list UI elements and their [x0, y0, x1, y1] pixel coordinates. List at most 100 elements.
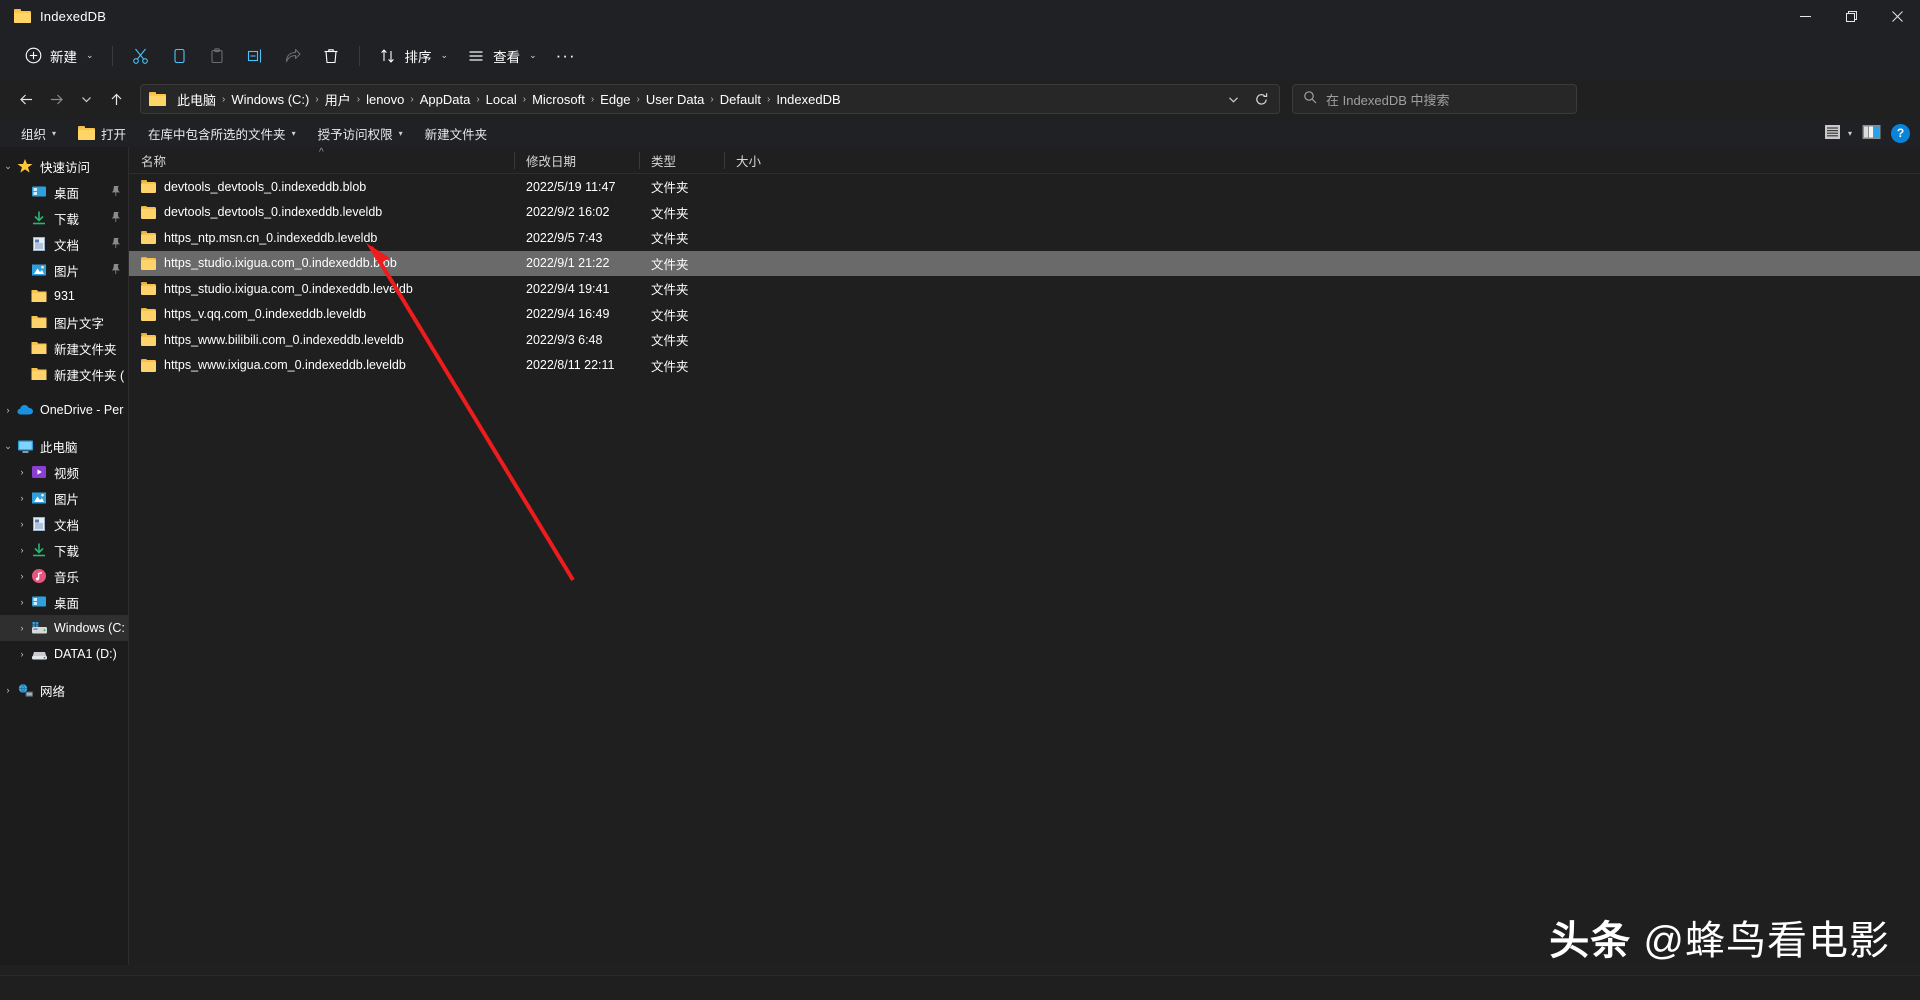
column-header-date[interactable]: 修改日期 [514, 147, 639, 174]
column-header-name[interactable]: 名称 ^ [129, 147, 514, 174]
chevron-down-icon[interactable] [1221, 87, 1245, 111]
open-button[interactable]: 打开 [67, 121, 137, 145]
file-name-label: https_www.bilibili.com_0.indexeddb.level… [164, 332, 404, 347]
sidebar-item-音乐[interactable]: › 音乐 [0, 563, 128, 589]
table-row[interactable]: https_studio.ixigua.com_0.indexeddb.blob… [129, 250, 1920, 276]
new-folder-button[interactable]: 新建文件夹 [414, 121, 499, 145]
sidebar-item-新建文件夹 (3)[interactable]: 新建文件夹 (3) [0, 361, 128, 387]
back-button[interactable] [12, 85, 40, 113]
more-options-button[interactable]: ··· [546, 39, 586, 73]
sidebar-item-931[interactable]: 931 [0, 283, 128, 309]
sort-arrows-icon [378, 46, 398, 66]
breadcrumb-bar[interactable]: 此电脑 › Windows (C:) › 用户 › lenovo › AppData › Local… [140, 84, 1280, 114]
breadcrumb-item[interactable]: Edge [595, 90, 635, 109]
cut-button[interactable] [122, 39, 160, 73]
sidebar-group-此电脑[interactable]: ⌄ 此电脑 [0, 433, 128, 459]
file-name-label: https_studio.ixigua.com_0.indexeddb.leve… [164, 281, 413, 296]
chevron-right-icon[interactable]: › [0, 405, 16, 415]
sidebar-item-图片[interactable]: › 图片 [0, 485, 128, 511]
file-type-cell: 文件夹 [651, 283, 689, 298]
chevron-right-icon[interactable]: › [14, 493, 30, 503]
table-row[interactable]: https_www.bilibili.com_0.indexeddb.level… [129, 327, 1920, 353]
copy-button[interactable] [160, 39, 198, 73]
chevron-right-icon[interactable]: › [14, 623, 30, 633]
preview-pane-button[interactable] [1862, 121, 1881, 145]
table-row[interactable]: https_v.qq.com_0.indexeddb.leveldb 2022/9… [129, 302, 1920, 328]
sidebar-item-桌面[interactable]: › 桌面 [0, 589, 128, 615]
sidebar-group-OneDrive - Persor[interactable]: › OneDrive - Persor [0, 397, 128, 423]
sidebar-item-图片[interactable]: 图片 [0, 257, 128, 283]
breadcrumb-item[interactable]: AppData [415, 90, 476, 109]
minimize-button[interactable] [1782, 0, 1828, 32]
breadcrumb-item[interactable]: User Data [641, 90, 710, 109]
sidebar-item-DATA1 (D:)[interactable]: › DATA1 (D:) [0, 641, 128, 667]
chevron-down-icon[interactable]: ⌄ [0, 441, 16, 452]
sidebar-item-下载[interactable]: › 下载 [0, 537, 128, 563]
chevron-right-icon[interactable]: › [14, 519, 30, 529]
breadcrumb-item[interactable]: Local [481, 90, 522, 109]
close-button[interactable] [1874, 0, 1920, 32]
breadcrumb-item[interactable]: Microsoft [527, 90, 590, 109]
pin-icon[interactable] [110, 263, 121, 278]
sidebar-item-文档[interactable]: 文档 [0, 231, 128, 257]
help-button[interactable]: ? [1891, 123, 1910, 143]
details-view-button[interactable]: ▾ [1824, 121, 1852, 145]
chevron-right-icon[interactable]: › [0, 685, 16, 695]
table-row[interactable]: https_ntp.msn.cn_0.indexeddb.leveldb 2022… [129, 225, 1920, 251]
sidebar-item-桌面[interactable]: 桌面 [0, 179, 128, 205]
breadcrumb-item[interactable]: 用户 [320, 88, 356, 111]
sidebar-item-视频[interactable]: › 视频 [0, 459, 128, 485]
pin-icon[interactable] [110, 211, 121, 226]
address-bar-actions [1215, 87, 1273, 111]
chevron-right-icon[interactable]: › [14, 571, 30, 581]
grant-access-button[interactable]: 授予访问权限 ▾ [307, 121, 414, 145]
paste-button[interactable] [198, 39, 236, 73]
path-folder-icon [149, 92, 166, 106]
chevron-right-icon[interactable]: › [14, 649, 30, 659]
chevron-right-icon[interactable]: › [14, 597, 30, 607]
forward-button[interactable] [42, 85, 70, 113]
search-box[interactable]: 在 IndexedDB 中搜索 [1292, 84, 1577, 114]
breadcrumb-item[interactable]: Default [715, 90, 766, 109]
column-header-size[interactable]: 大小 [724, 147, 799, 174]
breadcrumb-item[interactable]: IndexedDB [771, 90, 845, 109]
include-in-library-button[interactable]: 在库中包含所选的文件夹 ▾ [137, 121, 307, 145]
maximize-button[interactable] [1828, 0, 1874, 32]
chevron-down-icon[interactable]: ⌄ [0, 161, 16, 172]
new-button[interactable]: 新建 ⌄ [14, 39, 103, 73]
pin-icon[interactable] [110, 185, 121, 200]
breadcrumb-item[interactable]: Windows (C:) [226, 90, 314, 109]
sort-button[interactable]: 排序 ⌄ [369, 39, 458, 73]
folder-icon [30, 313, 48, 331]
refresh-icon[interactable] [1249, 87, 1273, 111]
sidebar-item-下载[interactable]: 下载 [0, 205, 128, 231]
up-button[interactable] [102, 85, 130, 113]
file-name-cell: https_www.ixigua.com_0.indexeddb.leveldb [129, 358, 514, 372]
file-date-cell: 2022/9/3 6:48 [526, 332, 603, 347]
search-input[interactable]: 在 IndexedDB 中搜索 [1326, 90, 1450, 109]
delete-button[interactable] [312, 39, 350, 73]
sidebar-group-快速访问[interactable]: ⌄ 快速访问 [0, 153, 128, 179]
share-button[interactable] [274, 39, 312, 73]
view-button[interactable]: 查看 ⌄ [457, 39, 546, 73]
rename-button[interactable] [236, 39, 274, 73]
table-row[interactable]: https_www.ixigua.com_0.indexeddb.leveldb… [129, 353, 1920, 379]
breadcrumb-item[interactable]: lenovo [361, 90, 409, 109]
window-title: IndexedDB [40, 8, 107, 24]
recent-locations-button[interactable] [72, 85, 100, 113]
chevron-right-icon[interactable]: › [14, 467, 30, 477]
breadcrumb-item[interactable]: 此电脑 [172, 88, 221, 111]
column-header-type[interactable]: 类型 [639, 147, 724, 174]
table-row[interactable]: devtools_devtools_0.indexeddb.blob 2022/5… [129, 174, 1920, 200]
sidebar-item-图片文字[interactable]: 图片文字 [0, 309, 128, 335]
sidebar-group-网络[interactable]: › 网络 [0, 677, 128, 703]
file-date-cell: 2022/9/4 16:49 [526, 307, 610, 322]
sidebar-item-Windows (C:)[interactable]: › Windows (C:) [0, 615, 128, 641]
sidebar-item-文档[interactable]: › 文档 [0, 511, 128, 537]
pin-icon[interactable] [110, 237, 121, 252]
organize-button[interactable]: 组织 ▾ [10, 121, 67, 145]
chevron-right-icon[interactable]: › [14, 545, 30, 555]
sidebar-item-新建文件夹[interactable]: 新建文件夹 [0, 335, 128, 361]
table-row[interactable]: https_studio.ixigua.com_0.indexeddb.leve… [129, 276, 1920, 302]
table-row[interactable]: devtools_devtools_0.indexeddb.leveldb 202… [129, 200, 1920, 226]
